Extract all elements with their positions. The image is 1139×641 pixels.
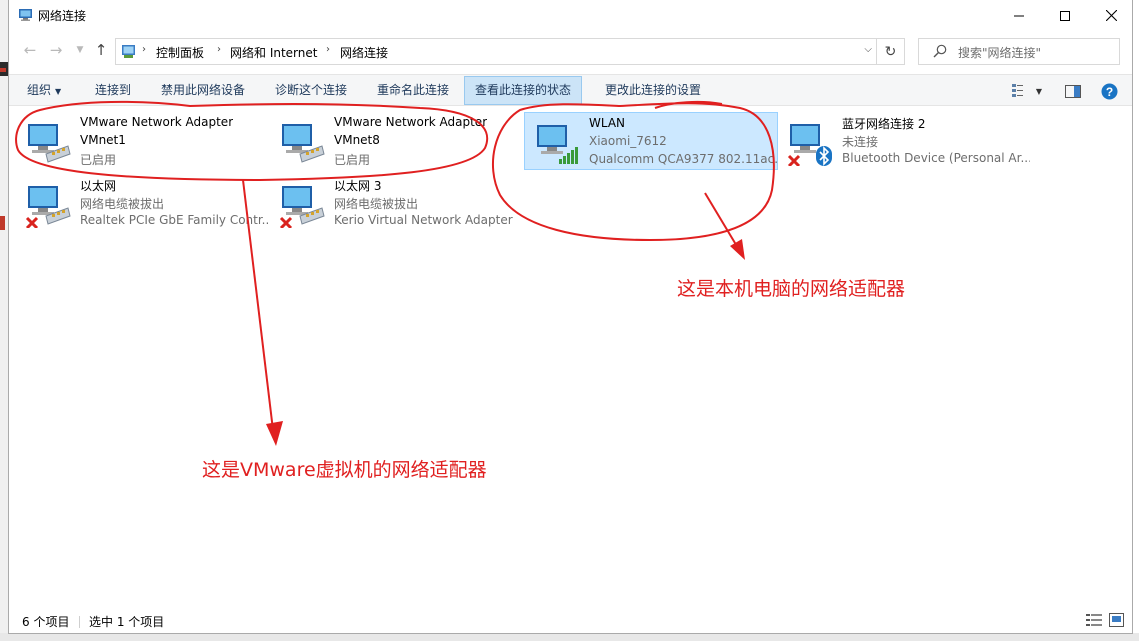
refresh-icon: ↻ [884,43,897,60]
view-details-icon [1011,84,1023,97]
maximize-icon [1060,10,1070,21]
connection-status: 未连接 [842,135,879,149]
connection-name: VMware Network Adapter [80,115,234,129]
back-button[interactable]: ← [21,41,39,59]
breadcrumb-network-internet[interactable]: 网络和 Internet [230,44,317,61]
help-button[interactable]: ? [1098,81,1120,101]
preview-pane-icon [1065,84,1081,98]
search-icon [933,44,947,58]
minimize-icon [1014,15,1024,16]
connection-device: VMnet8 [334,133,380,147]
network-adapter-icon [282,124,325,163]
background-bottom-edge [0,633,1139,641]
connection-status: 已启用 [334,153,371,167]
connection-device: Bluetooth Device (Personal Ar... [842,151,1030,165]
connection-device: Qualcomm QCA9377 802.11ac... [589,152,777,166]
connection-item-ethernet[interactable]: 以太网 网络电缆被拔出 Realtek PCIe GbE Family Cont… [16,174,270,232]
connection-name: 以太网 3 [334,179,382,193]
disable-device-button[interactable]: 禁用此网络设备 [151,76,255,105]
arrow-up-icon: ↑ [94,41,108,59]
breadcrumb-control-panel[interactable]: 控制面板 [156,44,204,61]
network-adapter-icon [28,124,71,163]
arrow-left-icon: ← [23,41,37,59]
connection-item-vmnet8[interactable]: VMware Network Adapter VMnet8 已启用 [270,112,524,170]
status-divider [79,616,80,628]
breadcrumb-network-connections[interactable]: 网络连接 [340,44,388,61]
breadcrumb-separator-icon: › [142,44,146,55]
change-settings-button[interactable]: 更改此连接的设置 [595,76,711,105]
window-title: 网络连接 [38,9,87,23]
connection-name: WLAN [589,116,626,130]
network-connections-icon [19,9,32,21]
status-bar: 6 个项目 选中 1 个项目 [9,608,1132,634]
connection-item-vmnet1[interactable]: VMware Network Adapter VMnet1 已启用 [16,112,270,170]
close-button[interactable] [1088,0,1134,31]
connection-device: VMnet1 [80,133,126,147]
connect-to-button[interactable]: 连接到 [85,76,141,105]
large-icons-view-icon [1109,613,1124,627]
title-bar[interactable]: 网络连接 [9,0,1132,31]
ethernet-adapter-icon [25,186,71,228]
connection-status: 网络电缆被拔出 [334,197,419,211]
wlan-annotation-text: 这是本机电脑的网络适配器 [677,278,906,300]
connection-status: 网络电缆被拔出 [80,197,165,211]
refresh-button[interactable]: ↻ [877,38,905,65]
address-bar[interactable]: › 控制面板 › 网络和 Internet › 网络连接 ⌵ [115,38,877,65]
vmware-annotation-text: 这是VMware虚拟机的网络适配器 [202,459,487,481]
connection-name: 蓝牙网络连接 2 [842,117,926,131]
chevron-down-icon: ▼ [76,45,84,55]
connection-status: 已启用 [80,153,117,167]
organize-label: 组织 [27,83,52,97]
background-red-strip [0,68,6,72]
ethernet-adapter-icon [279,186,325,228]
arrow-right-icon: → [49,41,63,59]
connection-device: Realtek PCIe GbE Family Contr... [80,213,268,227]
close-icon [1105,10,1117,21]
wireless-adapter-icon [537,125,578,164]
chevron-down-icon: ▼ [55,87,62,96]
selected-count: 选中 1 个项目 [89,615,165,629]
connection-item-ethernet-3[interactable]: 以太网 3 网络电缆被拔出 Kerio Virtual Network Adap… [270,174,524,232]
search-input[interactable]: 搜索"网络连接" [918,38,1120,65]
details-view-button[interactable] [1086,613,1102,630]
up-button[interactable]: ↑ [92,41,110,59]
command-bar: 组织 ▼ 连接到 禁用此网络设备 诊断这个连接 重命名此连接 查看此连接的状态 更… [9,74,1132,106]
diagnose-button[interactable]: 诊断这个连接 [265,76,357,105]
address-dropdown-icon[interactable]: ⌵ [864,44,872,55]
connections-list: VMware Network Adapter VMnet1 已启用 VMware… [9,106,1132,606]
search-placeholder: 搜索"网络连接" [958,46,1042,60]
minimize-button[interactable] [996,0,1042,31]
connection-item-wlan[interactable]: WLAN Xiaomi_7612 Qualcomm QCA9377 802.11… [524,112,778,170]
control-panel-icon [122,45,135,58]
explorer-window: 网络连接 ← → ▼ ↑ › 控制面板 › 网络和 Internet › 网络连 [8,0,1133,634]
maximize-button[interactable] [1042,0,1088,31]
preview-pane-button[interactable] [1062,81,1084,101]
bluetooth-adapter-icon [787,124,832,166]
details-view-icon [1086,614,1102,626]
connection-item-bluetooth[interactable]: 蓝牙网络连接 2 未连接 Bluetooth Device (Personal … [778,112,1032,170]
breadcrumb-separator-icon: › [326,44,330,55]
background-red-strip-2 [0,216,5,230]
rename-button[interactable]: 重命名此连接 [367,76,459,105]
forward-button[interactable]: → [47,41,65,59]
change-view-button[interactable]: ▼ [1009,81,1045,101]
help-icon: ? [1101,83,1117,99]
connection-name: VMware Network Adapter [334,115,488,129]
recent-locations-button[interactable]: ▼ [71,41,89,59]
svg-text:?: ? [1105,85,1112,99]
chevron-down-icon: ▼ [1035,86,1043,96]
connection-name: 以太网 [80,179,117,193]
connection-ssid: Xiaomi_7612 [589,134,667,148]
breadcrumb-separator-icon: › [217,44,221,55]
organize-button[interactable]: 组织 ▼ [17,76,71,105]
item-count: 6 个项目 [22,615,70,629]
view-status-button[interactable]: 查看此连接的状态 [464,76,583,105]
connection-device: Kerio Virtual Network Adapter [334,213,513,227]
large-icons-view-button[interactable] [1109,613,1124,630]
address-row: ← → ▼ ↑ › 控制面板 › 网络和 Internet › 网络连接 ⌵ ↻… [9,31,1132,71]
